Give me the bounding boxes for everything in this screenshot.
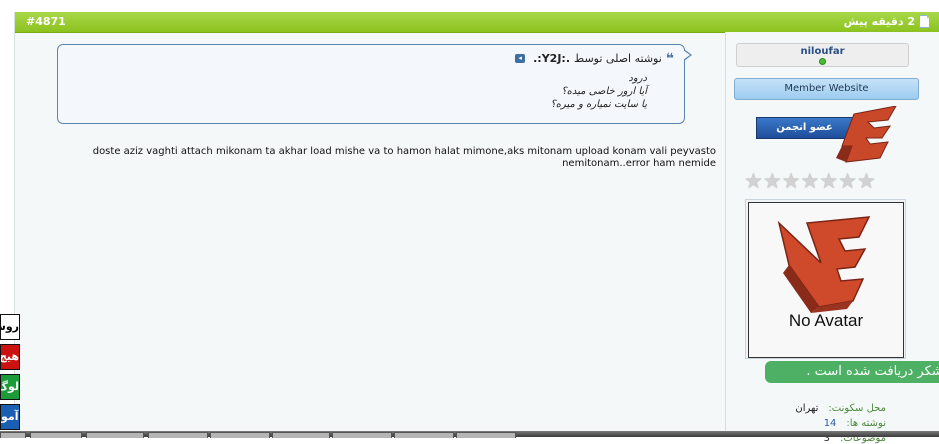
username-box: niloufar <box>736 43 909 67</box>
posts-label: نوشته ها: <box>846 418 886 429</box>
quote-line: درود <box>628 73 647 84</box>
rank-logo-icon <box>836 106 897 163</box>
username-link[interactable]: niloufar <box>737 46 908 57</box>
avatar-frame: No Avatar <box>745 199 906 359</box>
thanks-badge: تشکر دریافت شده است . <box>765 361 939 383</box>
star-icon: ★ <box>856 169 876 193</box>
avatar[interactable]: No Avatar <box>748 202 904 358</box>
online-icon <box>819 58 826 65</box>
info-posts: نوشته ها: 14 <box>824 418 886 429</box>
location-label: محل سکونت: <box>828 403 886 414</box>
star-icon: ★ <box>819 169 839 193</box>
quote-box: ❝ نوشته اصلی توسط .:Y2J:. ◂ درود آيا ارو… <box>57 44 692 124</box>
star-icon: ★ <box>744 169 763 193</box>
taskbar-button[interactable] <box>148 432 208 438</box>
side-button-1[interactable]: روش <box>0 314 20 340</box>
rank-image: عضو انجمن <box>756 106 906 166</box>
post-header: #4871 2 دقيقه پيش <box>15 12 939 33</box>
taskbar-button[interactable] <box>456 432 516 438</box>
avatar-text: No Avatar <box>788 311 864 330</box>
taskbar-button[interactable] <box>30 432 82 438</box>
taskbar-button[interactable] <box>394 432 454 438</box>
reputation-stars: ★ ★ ★ ★ ★ ★ ★ <box>744 170 876 192</box>
post-number-link[interactable]: #4871 <box>26 15 66 28</box>
quote-line: يا سايت نمياره و ميره؟ <box>550 99 647 110</box>
info-location: محل سکونت: تهران <box>795 403 886 414</box>
avatar-logo-icon <box>777 216 871 313</box>
star-icon: ★ <box>838 169 857 193</box>
page-icon <box>919 15 930 28</box>
star-icon: ★ <box>800 169 820 193</box>
quote-prefix: نوشته اصلی توسط <box>574 52 662 65</box>
quote-body: درود آيا ارور خاصی ميده؟ يا سايت نمياره … <box>550 72 647 111</box>
taskbar-button[interactable] <box>86 432 144 438</box>
taskbar-button[interactable] <box>332 432 392 438</box>
post-message: doste aziz vaghti attach mikonam ta akha… <box>92 146 716 169</box>
location-value: تهران <box>795 403 819 414</box>
star-icon: ★ <box>781 169 801 193</box>
post-time: 2 دقيقه پيش <box>844 15 930 28</box>
taskbar-button[interactable] <box>272 432 330 438</box>
view-post-icon[interactable]: ◂ <box>515 54 526 63</box>
taskbar-button[interactable] <box>0 432 26 438</box>
member-website-button[interactable]: Member Website <box>734 78 919 100</box>
post-time-text: 2 دقيقه پيش <box>843 15 915 28</box>
posts-value[interactable]: 14 <box>824 418 837 429</box>
taskbar-button[interactable] <box>210 432 270 438</box>
side-button-3[interactable]: لوگ <box>0 374 20 400</box>
thanks-text: تشکر دریافت شده است . <box>806 364 939 379</box>
quote-header: ❝ نوشته اصلی توسط .:Y2J:. ◂ <box>515 50 674 67</box>
quote-icon: ❝ <box>665 50 674 67</box>
side-button-2[interactable]: هیچ <box>0 344 20 370</box>
star-icon: ★ <box>762 169 782 193</box>
quote-line: آيا ارور خاصی ميده؟ <box>561 86 647 97</box>
quote-author: .:Y2J:. <box>533 52 570 65</box>
side-button-4[interactable]: آمو <box>0 404 20 430</box>
